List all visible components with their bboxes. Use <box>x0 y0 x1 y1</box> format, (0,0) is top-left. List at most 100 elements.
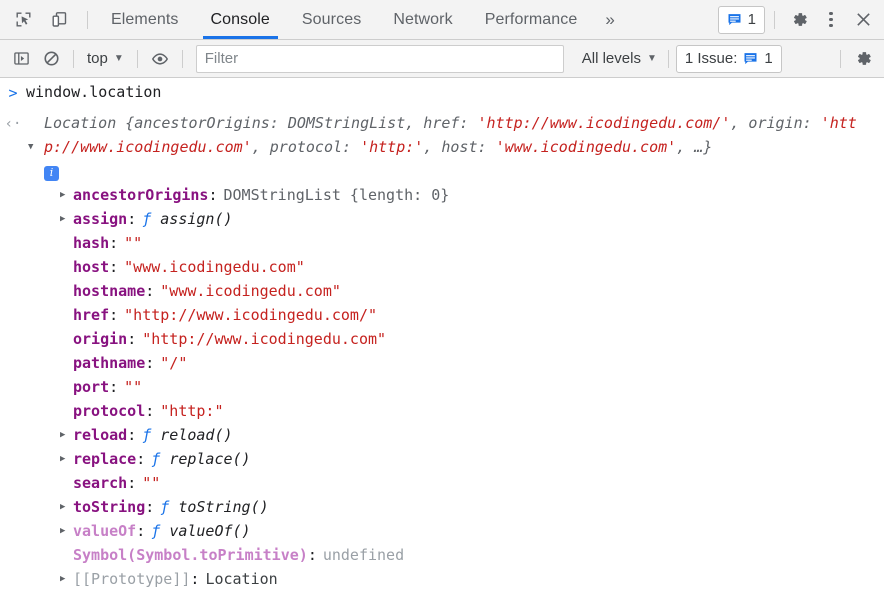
tab-performance[interactable]: Performance <box>469 0 594 39</box>
issues-count-label: 1 <box>747 11 756 28</box>
message-bubble-icon <box>744 53 757 65</box>
issues-counter-button[interactable]: 1 <box>717 5 765 34</box>
property-name: pathname <box>73 354 146 372</box>
console-output[interactable]: > window.location ‹· ▼ Location {ancesto… <box>0 78 884 589</box>
preview-seg-4: , protocol: <box>251 138 361 156</box>
toolbar-divider-5 <box>840 49 841 68</box>
property-name: Symbol(Symbol.toPrimitive) <box>73 546 308 564</box>
chevron-down-icon: ▼ <box>113 52 124 64</box>
close-icon <box>856 13 870 26</box>
object-preview-line[interactable]: ▼ Location {ancestorOrigins: DOMStringLi… <box>26 111 878 159</box>
property-row[interactable]: ▶ assign: ƒ assign() <box>26 207 878 231</box>
preview-seg-6: , host: <box>423 138 496 156</box>
property-colon: : <box>127 426 137 444</box>
property-colon: : <box>145 402 155 420</box>
console-result-message: ‹· ▼ Location {ancestorOrigins: DOMStrin… <box>0 105 884 589</box>
tabbar-divider <box>87 10 88 29</box>
property-value: "www.icodingedu.com" <box>124 258 305 276</box>
preview-seg-1: 'http://www.icodingedu.com/' <box>477 114 731 132</box>
expand-triangle-icon[interactable]: ▶ <box>60 519 73 543</box>
property-row[interactable]: ▶ toString: ƒ toString() <box>26 495 878 519</box>
expand-triangle-icon[interactable]: ▶ <box>60 495 73 519</box>
property-name: protocol <box>73 402 146 420</box>
property-value: ƒ reload() <box>136 423 232 447</box>
function-signature: reload() <box>160 426 233 444</box>
property-colon: : <box>190 570 200 588</box>
console-settings-button[interactable] <box>848 44 878 74</box>
inspect-cursor-icon[interactable] <box>8 5 38 35</box>
more-options-icon[interactable] <box>816 5 846 35</box>
function-marker: ƒ <box>151 450 170 468</box>
log-level-selector[interactable]: All levels ▼ <box>578 47 661 70</box>
console-filter-input[interactable]: Filter <box>195 44 564 73</box>
preview-seg-0: {ancestorOrigins: DOMStringList, href: <box>125 114 478 132</box>
tab-console[interactable]: Console <box>195 0 286 39</box>
devtools-tabbar: Elements Console Sources Network Perform… <box>0 0 884 40</box>
property-row[interactable]: ▶ reload: ƒ reload() <box>26 423 878 447</box>
property-name: href <box>73 306 110 324</box>
expand-triangle-icon[interactable]: ▶ <box>60 207 73 231</box>
property-value: Location <box>205 570 278 588</box>
tab-elements[interactable]: Elements <box>95 0 195 39</box>
console-command-message: > window.location <box>0 78 884 105</box>
property-row[interactable]: hash: "" <box>26 231 878 255</box>
console-filter-placeholder: Filter <box>204 50 239 67</box>
more-tabs-icon[interactable]: » <box>593 0 626 39</box>
expand-triangle-icon[interactable]: ▼ <box>28 135 33 159</box>
property-value: ƒ replace() <box>145 447 250 471</box>
property-name: origin <box>73 330 128 348</box>
property-row[interactable]: protocol: "http:" <box>26 399 878 423</box>
property-colon: : <box>109 234 119 252</box>
expand-triangle-icon[interactable]: ▶ <box>60 447 73 471</box>
property-row[interactable]: pathname: "/" <box>26 351 878 375</box>
property-value: ƒ assign() <box>136 207 232 231</box>
property-value: "http://www.icodingedu.com" <box>142 330 387 348</box>
property-value: "" <box>124 378 143 396</box>
tab-elements-label: Elements <box>111 10 179 28</box>
tab-network-label: Network <box>393 10 453 28</box>
expand-triangle-icon[interactable]: ▶ <box>60 567 73 589</box>
property-name: [[Prototype]] <box>73 570 191 588</box>
issues-toolbar-button[interactable]: 1 Issue: 1 <box>675 44 782 73</box>
console-sidebar-toggle[interactable] <box>6 44 36 74</box>
prompt-chevron-icon: > <box>8 84 18 102</box>
property-value: "" <box>142 474 161 492</box>
info-badge-icon[interactable]: i <box>44 165 59 181</box>
tab-sources-label: Sources <box>301 10 362 28</box>
expand-triangle-icon[interactable]: ▶ <box>60 183 73 207</box>
function-signature: toString() <box>178 498 269 516</box>
execution-context-selector[interactable]: top ▼ <box>81 47 130 70</box>
console-sidebar-icon <box>13 52 29 65</box>
message-bubble-icon <box>728 14 741 26</box>
property-row[interactable]: ▶ replace: ƒ replace() <box>26 447 878 471</box>
settings-gear-icon[interactable] <box>784 5 814 35</box>
property-row[interactable]: hostname: "www.icodingedu.com" <box>26 279 878 303</box>
property-row[interactable]: ▶ ancestorOrigins: DOMStringList {length: … <box>26 183 878 207</box>
property-row[interactable]: href: "http://www.icodingedu.com/" <box>26 303 878 327</box>
execution-context-label: top <box>87 50 108 67</box>
property-row[interactable]: ▶ valueOf: ƒ valueOf() <box>26 519 878 543</box>
property-name: hash <box>73 234 110 252</box>
device-toolbar-icon[interactable] <box>44 5 74 35</box>
property-row[interactable]: Symbol(Symbol.toPrimitive): undefined <box>26 543 878 567</box>
live-expression-button[interactable] <box>145 44 175 74</box>
inspect-cursor-icon-svg <box>16 12 30 27</box>
expand-triangle-icon[interactable]: ▶ <box>60 423 73 447</box>
property-row[interactable]: origin: "http://www.icodingedu.com" <box>26 327 878 351</box>
property-row[interactable]: search: "" <box>26 471 878 495</box>
gear-icon <box>793 13 807 26</box>
property-name: host <box>73 258 110 276</box>
property-name: port <box>73 378 110 396</box>
property-row[interactable]: port: "" <box>26 375 878 399</box>
clear-console-button[interactable] <box>36 44 66 74</box>
close-devtools-button[interactable] <box>848 5 878 35</box>
console-toolbar: top ▼ Filter All levels ▼ 1 Issue: 1 <box>0 40 884 78</box>
property-row[interactable]: ▶ [[Prototype]]: Location <box>26 567 878 589</box>
tab-network[interactable]: Network <box>377 0 468 39</box>
property-colon: : <box>127 210 137 228</box>
result-arrow-icon: ‹· <box>4 116 22 132</box>
property-row[interactable]: host: "www.icodingedu.com" <box>26 255 878 279</box>
tab-console-label: Console <box>210 10 270 28</box>
issue-button-count: 1 <box>764 50 773 67</box>
tab-sources[interactable]: Sources <box>286 0 377 39</box>
